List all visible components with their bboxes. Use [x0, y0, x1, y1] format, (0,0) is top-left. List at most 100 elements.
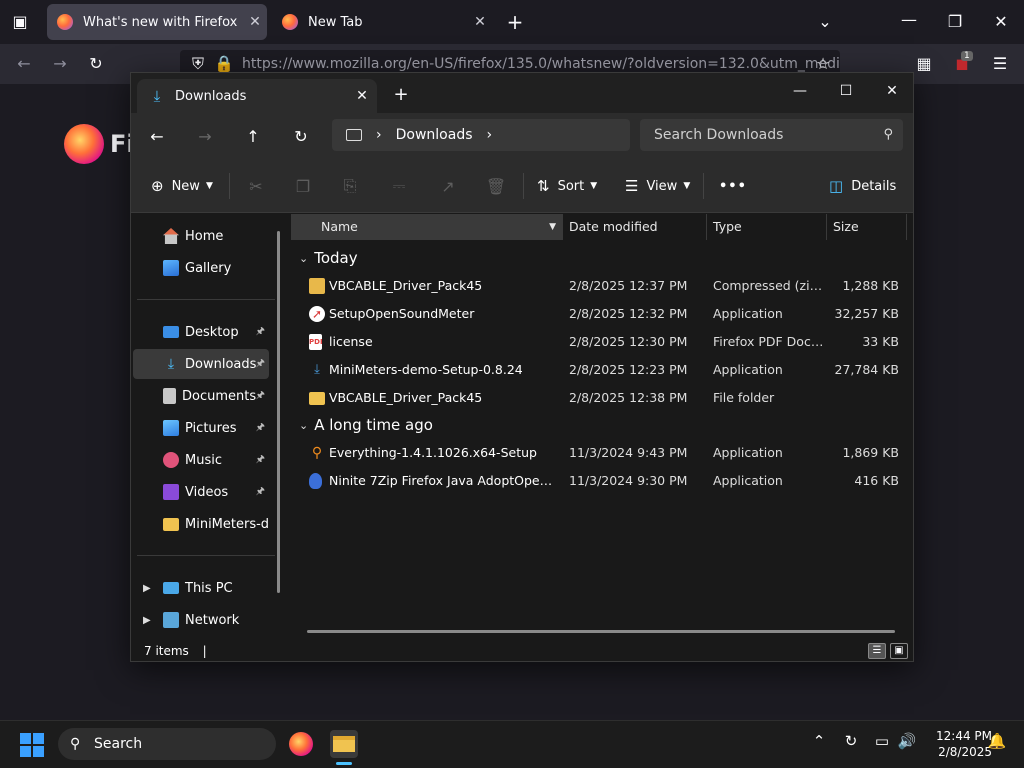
nav-item-minimeters-folder[interactable]: MiniMeters-den — [133, 509, 269, 539]
file-row[interactable]: ⤓ MiniMeters-demo-Setup-0.8.24 2/8/2025 … — [291, 356, 905, 384]
back-arrow-icon[interactable]: ← — [142, 123, 172, 151]
pin-icon[interactable]: 🖈 — [256, 356, 265, 373]
cut-scissors-icon[interactable]: ✂ — [243, 173, 269, 199]
back-arrow-icon[interactable]: ← — [12, 52, 36, 76]
new-tab-plus-icon[interactable]: + — [389, 83, 413, 107]
details-view-icon[interactable]: ☰ — [868, 643, 886, 659]
new-button[interactable]: ⊕ New ▼ — [151, 173, 213, 199]
desktop-icon — [163, 326, 179, 338]
maximize-icon[interactable]: ❐ — [943, 10, 967, 34]
breadcrumb-chevron-icon[interactable]: › — [487, 127, 493, 143]
nav-item-downloads[interactable]: ⤓ Downloads 🖈 — [133, 349, 269, 379]
nav-item-label: This PC — [185, 580, 233, 596]
pin-icon[interactable]: 🖈 — [256, 324, 265, 341]
firefox-taskbar-icon[interactable] — [287, 730, 315, 758]
details-pane-button[interactable]: ◫ Details — [829, 173, 896, 199]
forward-arrow-icon[interactable]: → — [190, 123, 220, 151]
file-row[interactable]: ➚ SetupOpenSoundMeter 2/8/2025 12:32 PM … — [291, 300, 905, 328]
tab-list-icon[interactable]: ▣ — [8, 10, 32, 34]
breadcrumb-item-downloads[interactable]: Downloads — [396, 127, 473, 143]
column-header-date[interactable]: Date modified — [563, 214, 707, 240]
nav-item-label: Home — [185, 228, 224, 244]
pin-icon[interactable]: 🖈 — [256, 452, 265, 469]
list-all-tabs-chevron-icon[interactable]: ⌄ — [813, 10, 837, 34]
nav-item-pictures[interactable]: Pictures 🖈 — [133, 413, 269, 443]
app-menu-hamburger-icon[interactable]: ☰ — [988, 52, 1012, 76]
expand-chevron-icon[interactable]: ▶ — [143, 583, 151, 594]
new-tab-plus-icon[interactable]: + — [503, 10, 527, 34]
pin-icon[interactable]: 🖈 — [256, 388, 265, 405]
column-header-type[interactable]: Type — [707, 214, 827, 240]
breadcrumb-separator-icon[interactable]: › — [376, 127, 382, 143]
file-date: 2/8/2025 12:23 PM — [569, 362, 688, 377]
close-window-icon[interactable]: ✕ — [869, 77, 915, 105]
file-explorer-taskbar-icon[interactable] — [330, 730, 358, 758]
chevron-down-icon[interactable]: ▼ — [549, 214, 556, 240]
nav-item-home[interactable]: Home — [133, 221, 269, 251]
group-header-today[interactable]: ⌄ Today — [299, 246, 358, 270]
nav-item-network[interactable]: ▶ Network — [133, 605, 269, 635]
close-tab-icon[interactable]: ✕ — [347, 88, 377, 104]
breadcrumb[interactable]: › Downloads › — [332, 119, 630, 151]
pin-icon[interactable]: 🖈 — [256, 420, 265, 437]
share-icon[interactable]: ↗ — [435, 173, 461, 199]
file-size: 1,288 KB — [842, 278, 899, 293]
delete-trash-icon[interactable]: 🗑 — [483, 173, 509, 199]
file-row[interactable]: VBCABLE_Driver_Pack45 2/8/2025 12:38 PM … — [291, 384, 905, 412]
speaker-volume-icon[interactable]: 🔊 — [895, 732, 919, 750]
close-tab-icon[interactable]: ✕ — [468, 14, 492, 30]
file-row[interactable]: VBCABLE_Driver_Pack45 2/8/2025 12:37 PM … — [291, 272, 905, 300]
forward-arrow-icon[interactable]: → — [48, 52, 72, 76]
notification-bell-icon[interactable]: 🔔 — [985, 732, 1009, 750]
browser-tab-title: What's new with Firefox — [83, 14, 238, 30]
up-arrow-icon[interactable]: ↑ — [238, 123, 268, 151]
rename-icon[interactable]: ⎓ — [386, 173, 412, 199]
show-hidden-icons-chevron-icon[interactable]: ⌃ — [807, 732, 831, 750]
file-row[interactable]: Ninite 7Zip Firefox Java AdoptOpenJDK x.… — [291, 467, 905, 495]
copy-icon[interactable]: ❐ — [290, 173, 316, 199]
nav-pane-scrollbar[interactable] — [277, 231, 280, 593]
browser-tab-whatsnew[interactable]: What's new with Firefox ✕ — [47, 4, 267, 40]
chevron-down-icon[interactable]: ⌄ — [299, 419, 308, 432]
view-button[interactable]: ☰ View ▼ — [625, 173, 690, 199]
taskbar-clock[interactable]: 12:44 PM 2/8/2025 — [918, 728, 992, 760]
windows-start-icon[interactable] — [20, 733, 44, 757]
more-options-button[interactable]: ••• — [719, 173, 747, 199]
explorer-tab-downloads[interactable]: ⤓ Downloads ✕ — [137, 79, 377, 113]
file-row[interactable]: ⚲ Everything-1.4.1.1026.x64-Setup 11/3/2… — [291, 439, 905, 467]
column-header-name[interactable]: Name ▼ — [291, 214, 563, 240]
large-icons-view-icon[interactable]: ▣ — [890, 643, 908, 659]
expand-chevron-icon[interactable]: ▶ — [143, 615, 151, 626]
minimize-icon[interactable]: — — [897, 8, 921, 32]
network-monitor-icon[interactable]: ▭ — [870, 732, 894, 750]
file-row[interactable]: PDF license 2/8/2025 12:30 PM Firefox PD… — [291, 328, 905, 356]
close-tab-icon[interactable]: ✕ — [243, 14, 267, 30]
nav-item-desktop[interactable]: Desktop 🖈 — [133, 317, 269, 347]
taskbar-search-box[interactable]: ⚲ Search — [58, 728, 276, 760]
refresh-icon[interactable]: ↻ — [286, 123, 316, 151]
horizontal-scrollbar[interactable] — [307, 630, 895, 633]
nav-item-videos[interactable]: Videos 🖈 — [133, 477, 269, 507]
chevron-down-icon[interactable]: ⌄ — [299, 252, 308, 265]
browser-tab-newtab[interactable]: New Tab ✕ — [272, 4, 492, 40]
sort-button-label: Sort — [557, 178, 585, 194]
extensions-puzzle-icon[interactable]: ▦ — [912, 52, 936, 76]
nav-item-label: Music — [185, 452, 222, 468]
paste-clipboard-icon[interactable]: ⎘ — [337, 173, 363, 199]
close-window-icon[interactable]: ✕ — [989, 10, 1013, 34]
nav-item-gallery[interactable]: Gallery — [133, 253, 269, 283]
maximize-icon[interactable]: ☐ — [823, 77, 869, 105]
pin-icon[interactable]: 🖈 — [256, 484, 265, 501]
column-header-size[interactable]: Size — [827, 214, 907, 240]
sort-button[interactable]: ⇅ Sort ▼ — [537, 173, 597, 199]
minimize-icon[interactable]: — — [777, 77, 823, 105]
sync-update-icon[interactable]: ↻ — [839, 732, 863, 750]
nav-item-documents[interactable]: Documents 🖈 — [133, 381, 269, 411]
group-header-older[interactable]: ⌄ A long time ago — [299, 413, 433, 437]
nav-item-music[interactable]: Music 🖈 — [133, 445, 269, 475]
nav-item-this-pc[interactable]: ▶ This PC — [133, 573, 269, 603]
search-input[interactable]: Search Downloads ⚲ — [640, 119, 903, 151]
reload-icon[interactable]: ↻ — [84, 52, 108, 76]
this-pc-monitor-icon[interactable] — [346, 129, 362, 141]
documents-icon — [163, 388, 176, 404]
